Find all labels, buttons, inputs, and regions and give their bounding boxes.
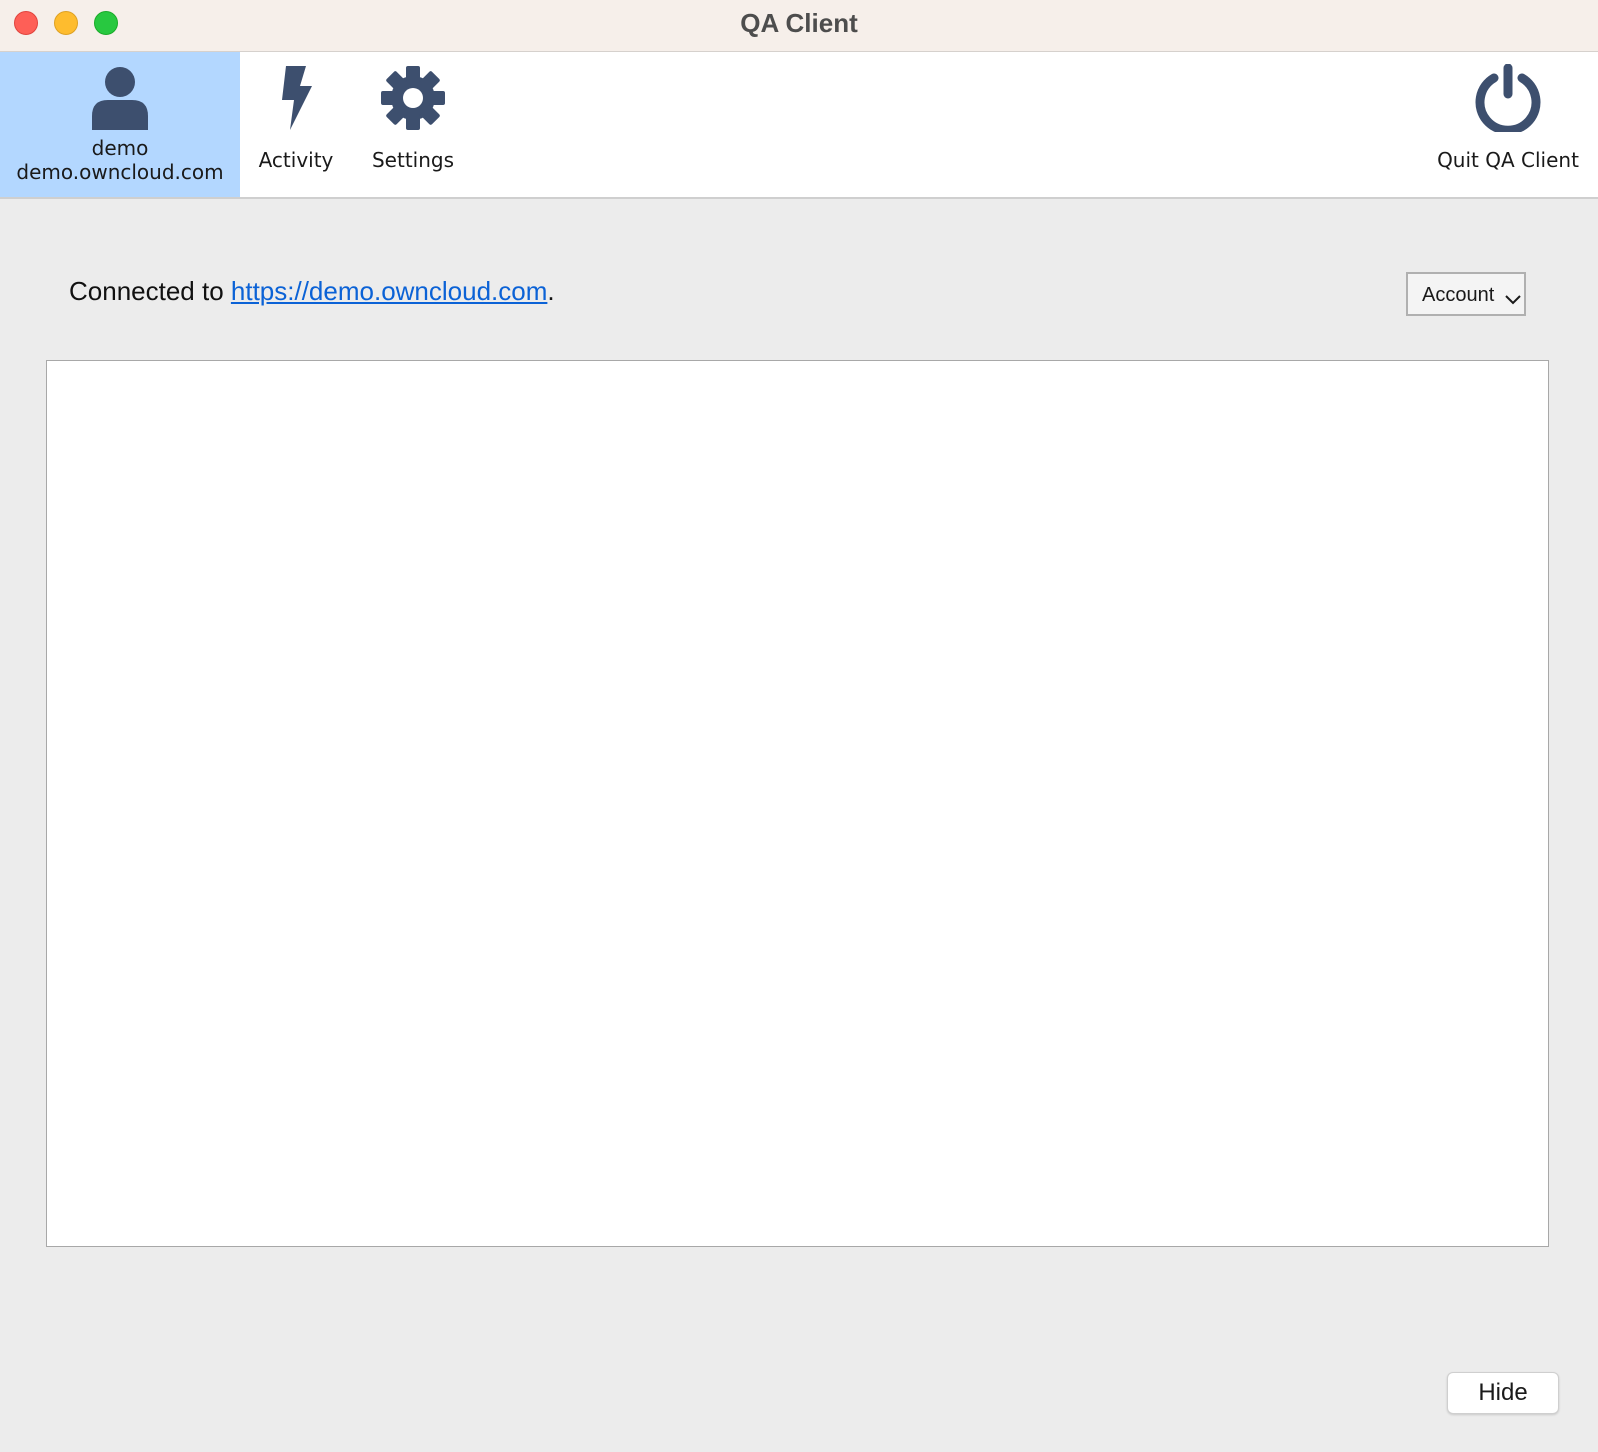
account-user-label: demo — [91, 136, 149, 160]
quit-label: Quit QA Client — [1437, 148, 1579, 172]
tab-settings[interactable]: Settings — [364, 52, 462, 197]
account-menu-button[interactable]: Account — [1406, 272, 1526, 316]
account-menu-label: Account — [1422, 284, 1495, 306]
tab-account[interactable]: demo demo.owncloud.com — [0, 52, 240, 197]
tab-activity-label: Activity — [258, 148, 334, 172]
server-url-link[interactable]: https://demo.owncloud.com — [231, 276, 548, 306]
quit-button[interactable]: Quit QA Client — [1430, 52, 1586, 197]
power-icon — [1475, 64, 1541, 132]
main-toolbar: demo demo.owncloud.com Activity Settings… — [0, 52, 1598, 199]
title-bar: QA Client — [0, 0, 1598, 52]
app-window: QA Client demo demo.owncloud.com Activit… — [0, 0, 1598, 1452]
chevron-down-icon — [1505, 295, 1521, 305]
connection-status-prefix: Connected to — [69, 276, 231, 306]
lightning-bolt-icon — [282, 66, 312, 130]
sync-folder-list[interactable] — [46, 360, 1549, 1247]
tab-settings-label: Settings — [371, 148, 455, 172]
gear-icon — [381, 66, 445, 130]
tab-activity[interactable]: Activity — [250, 52, 342, 197]
hide-button[interactable]: Hide — [1447, 1372, 1559, 1414]
window-title: QA Client — [740, 8, 858, 38]
connection-status: Connected to https://demo.owncloud.com. — [69, 276, 555, 307]
user-icon — [92, 67, 148, 130]
account-server-label: demo.owncloud.com — [16, 160, 224, 184]
connection-status-suffix: . — [547, 276, 555, 306]
